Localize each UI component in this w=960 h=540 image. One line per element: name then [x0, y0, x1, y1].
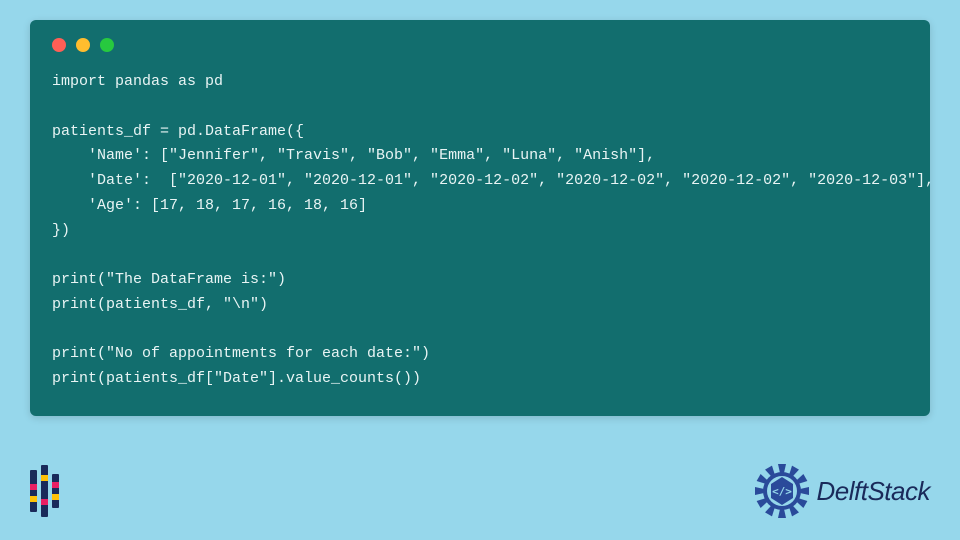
window-titlebar: [52, 38, 908, 52]
maximize-icon: [100, 38, 114, 52]
minimize-icon: [76, 38, 90, 52]
close-icon: [52, 38, 66, 52]
code-line: 'Age': [17, 18, 17, 16, 18, 16]: [52, 197, 367, 214]
code-line: print(patients_df["Date"].value_counts()…: [52, 370, 421, 387]
code-window: import pandas as pd patients_df = pd.Dat…: [30, 20, 930, 416]
code-line: }): [52, 222, 70, 239]
code-line: 'Date': ["2020-12-01", "2020-12-01", "20…: [52, 172, 934, 189]
code-block: import pandas as pd patients_df = pd.Dat…: [52, 70, 908, 392]
code-line: print("The DataFrame is:"): [52, 271, 286, 288]
code-line: import pandas as pd: [52, 73, 223, 90]
code-line: patients_df = pd.DataFrame({: [52, 123, 304, 140]
gear-badge-icon: </>: [753, 462, 811, 520]
brand-logo: </> DelftStack: [753, 462, 931, 520]
code-line: print(patients_df, "\n"): [52, 296, 268, 313]
svg-text:</>: </>: [772, 485, 792, 498]
code-line: print("No of appointments for each date:…: [52, 345, 430, 362]
brand-name: DelftStack: [817, 476, 931, 507]
code-line: 'Name': ["Jennifer", "Travis", "Bob", "E…: [52, 147, 655, 164]
footer: </> DelftStack: [30, 456, 930, 526]
left-logo-icon: [30, 465, 59, 517]
